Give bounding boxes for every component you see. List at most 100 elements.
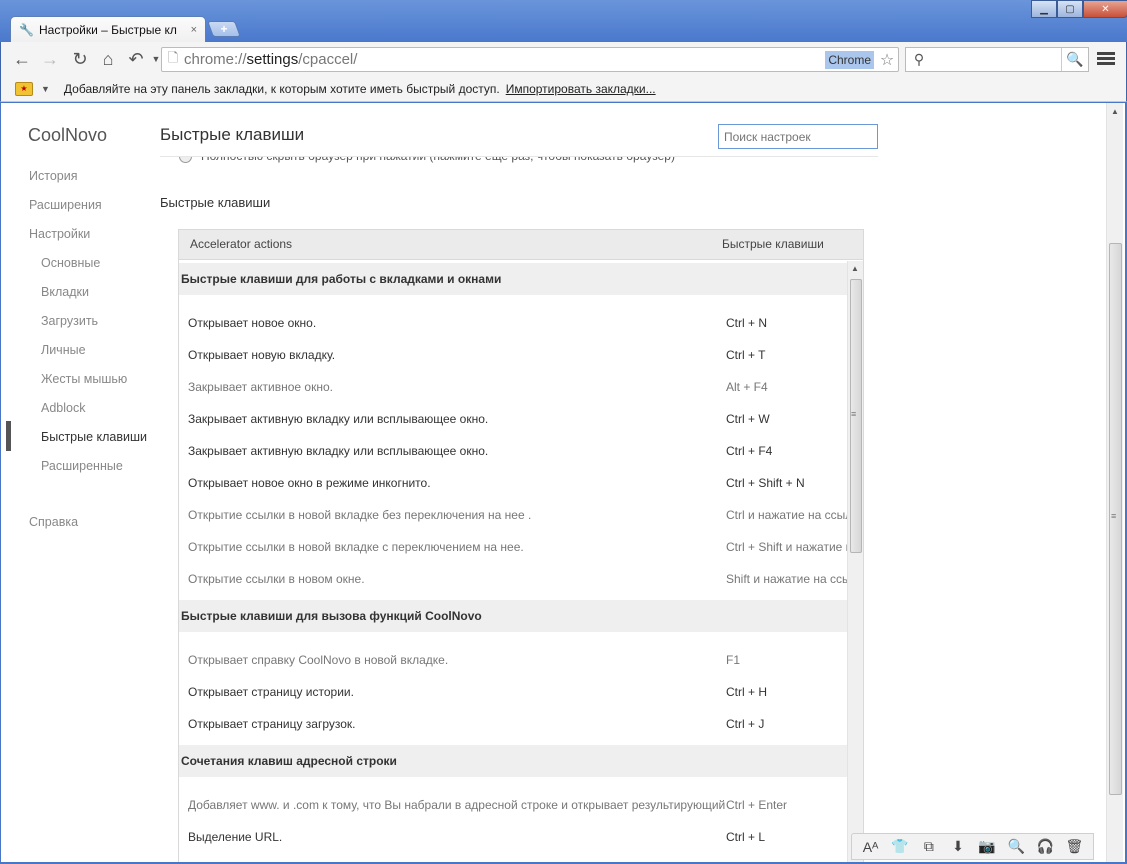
sidebar-item-downloads[interactable]: Загрузить	[41, 314, 98, 328]
shortcut-row[interactable]: Открытие соответствующей страницы в ново…	[179, 853, 847, 862]
sidebar-item-history[interactable]: История	[29, 169, 77, 183]
tab-title: Настройки – Быстрые кл	[39, 22, 177, 37]
shortcut-keys[interactable]: Ctrl + J	[726, 717, 847, 731]
shortcut-keys[interactable]: Ctrl + Shift + N	[726, 476, 847, 490]
headphones-icon[interactable]: 🎧	[1034, 838, 1056, 855]
shortcut-action: Закрывает активное окно.	[188, 380, 333, 394]
shortcut-row[interactable]: Открывает страницу загрузок. Ctrl + J	[179, 708, 847, 740]
url-text[interactable]: chrome://settings/cpaccel/	[184, 51, 825, 68]
scroll-up-icon[interactable]: ▲	[1111, 107, 1119, 116]
shortcut-row[interactable]: Открытие ссылки в новой вкладке с перекл…	[179, 531, 847, 563]
grip-icon: ≡	[1111, 511, 1117, 521]
shortcut-keys[interactable]: Ctrl + H	[726, 685, 847, 699]
shortcut-action: Открывает страницу загрузок.	[188, 717, 356, 731]
sidebar-item-advanced[interactable]: Расширенные	[41, 459, 123, 473]
column-header-action: Accelerator actions	[190, 237, 293, 251]
brand-title: CoolNovo	[28, 125, 108, 145]
tabs-icon[interactable]: ⧉	[918, 838, 940, 855]
shortcut-keys[interactable]: Ctrl + F4	[726, 444, 847, 458]
sidebar-item-adblock[interactable]: Adblock	[41, 401, 85, 415]
sidebar-item-help[interactable]: Справка	[29, 515, 78, 529]
settings-search-input[interactable]	[718, 124, 878, 149]
maximize-button[interactable]: ▢	[1057, 0, 1083, 18]
star-icon[interactable]: ☆	[876, 50, 898, 70]
sidebar-item-tabs[interactable]: Вкладки	[41, 285, 89, 299]
shortcut-row[interactable]: Закрывает активное окно. Alt + F4	[179, 371, 847, 403]
page-scrollbar[interactable]: ▲ ≡	[1106, 103, 1123, 862]
shortcut-row[interactable]: Закрывает активную вкладку или всплывающ…	[179, 403, 847, 435]
title-bar: 🔧 Настройки – Быстрые кл × + ▁ ▢ ✕	[0, 0, 1127, 42]
import-bookmarks-link[interactable]: Импортировать закладки...	[506, 82, 656, 96]
chevron-down-icon[interactable]: ▼	[41, 84, 50, 94]
shortcut-keys[interactable]: Ctrl + T	[726, 348, 847, 362]
shortcut-action: Выделение URL.	[188, 830, 283, 844]
bookmark-folder-icon[interactable]: ★	[15, 81, 33, 96]
search-engine-icon[interactable]: ⚲	[906, 51, 932, 68]
reload-button[interactable]: ↻	[69, 48, 91, 70]
sidebar-item-basics[interactable]: Основные	[41, 256, 100, 270]
tab-settings[interactable]: 🔧 Настройки – Быстрые кл ×	[10, 16, 206, 42]
shortcut-row[interactable]: Открывает новое окно в режиме инкогнито.…	[179, 467, 847, 499]
shortcut-keys[interactable]: Alt + F4	[726, 380, 847, 394]
address-bar[interactable]: 🗋 chrome://settings/cpaccel/ Chrome ☆	[161, 47, 899, 72]
shortcut-row[interactable]: Открывает новое окно. Ctrl + N	[179, 307, 847, 339]
shortcut-keys[interactable]: Ctrl и нажатие на ссылку	[726, 508, 847, 522]
page-title: Быстрые клавиши	[160, 125, 305, 144]
shortcut-row[interactable]: Открывает справку CoolNovo в новой вклад…	[179, 644, 847, 676]
shortcut-row[interactable]: Открытие ссылки в новом окне. Shift и наж…	[179, 563, 847, 595]
back-button[interactable]: ←	[11, 48, 33, 70]
shortcut-action: Открывает новое окно в режиме инкогнито.	[188, 476, 431, 490]
shortcut-row[interactable]: Выделение URL. Ctrl + L	[179, 821, 847, 853]
shortcut-keys[interactable]: Ctrl + Shift и нажатие на ссылку	[726, 540, 847, 554]
shortcut-row[interactable]: Добавляет www. и .com к тому, что Вы наб…	[179, 789, 847, 821]
shortcut-keys[interactable]: F1	[726, 653, 847, 667]
settings-sidebar: CoolNovo История Расширения Настройки Ос…	[1, 103, 156, 862]
home-button[interactable]: ⌂	[97, 48, 119, 70]
shirt-icon[interactable]: 👕	[889, 838, 911, 855]
new-tab-button[interactable]: +	[207, 21, 241, 37]
shortcut-keys[interactable]: Ctrl + Enter	[726, 798, 847, 812]
sidebar-item-shortcuts[interactable]: Быстрые клавиши	[41, 430, 147, 444]
shortcut-keys[interactable]: Ctrl + W	[726, 412, 847, 426]
shortcut-action: Открывает новую вкладку.	[188, 348, 336, 362]
scroll-up-icon[interactable]: ▲	[851, 264, 859, 273]
table-scrollbar[interactable]: ▲ ≡	[847, 261, 863, 862]
page-content: CoolNovo История Расширения Настройки Ос…	[1, 103, 1125, 862]
minimize-button[interactable]: ▁	[1031, 0, 1057, 18]
page-icon: 🗋	[167, 49, 179, 65]
shortcut-keys[interactable]: Ctrl + N	[726, 316, 847, 330]
table-body[interactable]: Быстрые клавиши для работы с вкладками и…	[179, 261, 847, 862]
menu-icon[interactable]	[1097, 50, 1115, 68]
shortcut-keys[interactable]: Shift и нажатие на ссылку	[726, 572, 847, 586]
shortcut-action: Закрывает активную вкладку или всплывающ…	[188, 412, 489, 426]
tab-close-icon[interactable]: ×	[191, 24, 197, 36]
navigation-toolbar: ← → ↻ ⌂ ↶ ▼ 🗋 chrome://settings/cpaccel/…	[0, 42, 1127, 76]
shortcut-action: Открывает новое окно.	[188, 316, 317, 330]
forward-button[interactable]: →	[39, 48, 61, 70]
shortcut-keys[interactable]: Ctrl + L	[726, 830, 847, 844]
toolbar-search-input[interactable]	[932, 48, 1062, 71]
shortcut-row[interactable]: Открывает страницу истории. Ctrl + H	[179, 676, 847, 708]
font-size-icon[interactable]: Aᴬ	[860, 839, 882, 855]
sidebar-item-mouse-gestures[interactable]: Жесты мышью	[41, 372, 127, 386]
section-title: Быстрые клавиши	[160, 195, 271, 210]
active-indicator	[6, 421, 11, 451]
tool-strip: Aᴬ 👕 ⧉ ⬇ 📷 🔍 🎧 🗑	[851, 833, 1094, 860]
search-engine-badge[interactable]: Chrome	[825, 50, 874, 69]
camera-icon[interactable]: 📷	[976, 838, 998, 855]
window-controls: ▁ ▢ ✕	[1031, 0, 1127, 18]
trash-icon[interactable]: 🗑	[1063, 838, 1085, 855]
shortcut-row[interactable]: Закрывает активную вкладку или всплывающ…	[179, 435, 847, 467]
sidebar-item-personal[interactable]: Личные	[41, 343, 86, 357]
shortcut-row[interactable]: Открытие ссылки в новой вкладке без пере…	[179, 499, 847, 531]
close-window-button[interactable]: ✕	[1083, 0, 1127, 18]
zoom-icon[interactable]: 🔍	[1005, 838, 1027, 855]
download-icon[interactable]: ⬇	[947, 838, 969, 855]
sidebar-item-settings[interactable]: Настройки	[29, 227, 90, 241]
sidebar-item-extensions[interactable]: Расширения	[29, 198, 102, 212]
shortcut-row[interactable]: Открывает новую вкладку. Ctrl + T	[179, 339, 847, 371]
search-icon[interactable]: 🔍	[1062, 51, 1088, 68]
shortcut-action: Добавляет www. и .com к тому, что Вы наб…	[188, 798, 726, 812]
column-header-keys: Быстрые клавиши	[722, 237, 824, 251]
undo-close-button[interactable]: ↶	[125, 48, 147, 70]
